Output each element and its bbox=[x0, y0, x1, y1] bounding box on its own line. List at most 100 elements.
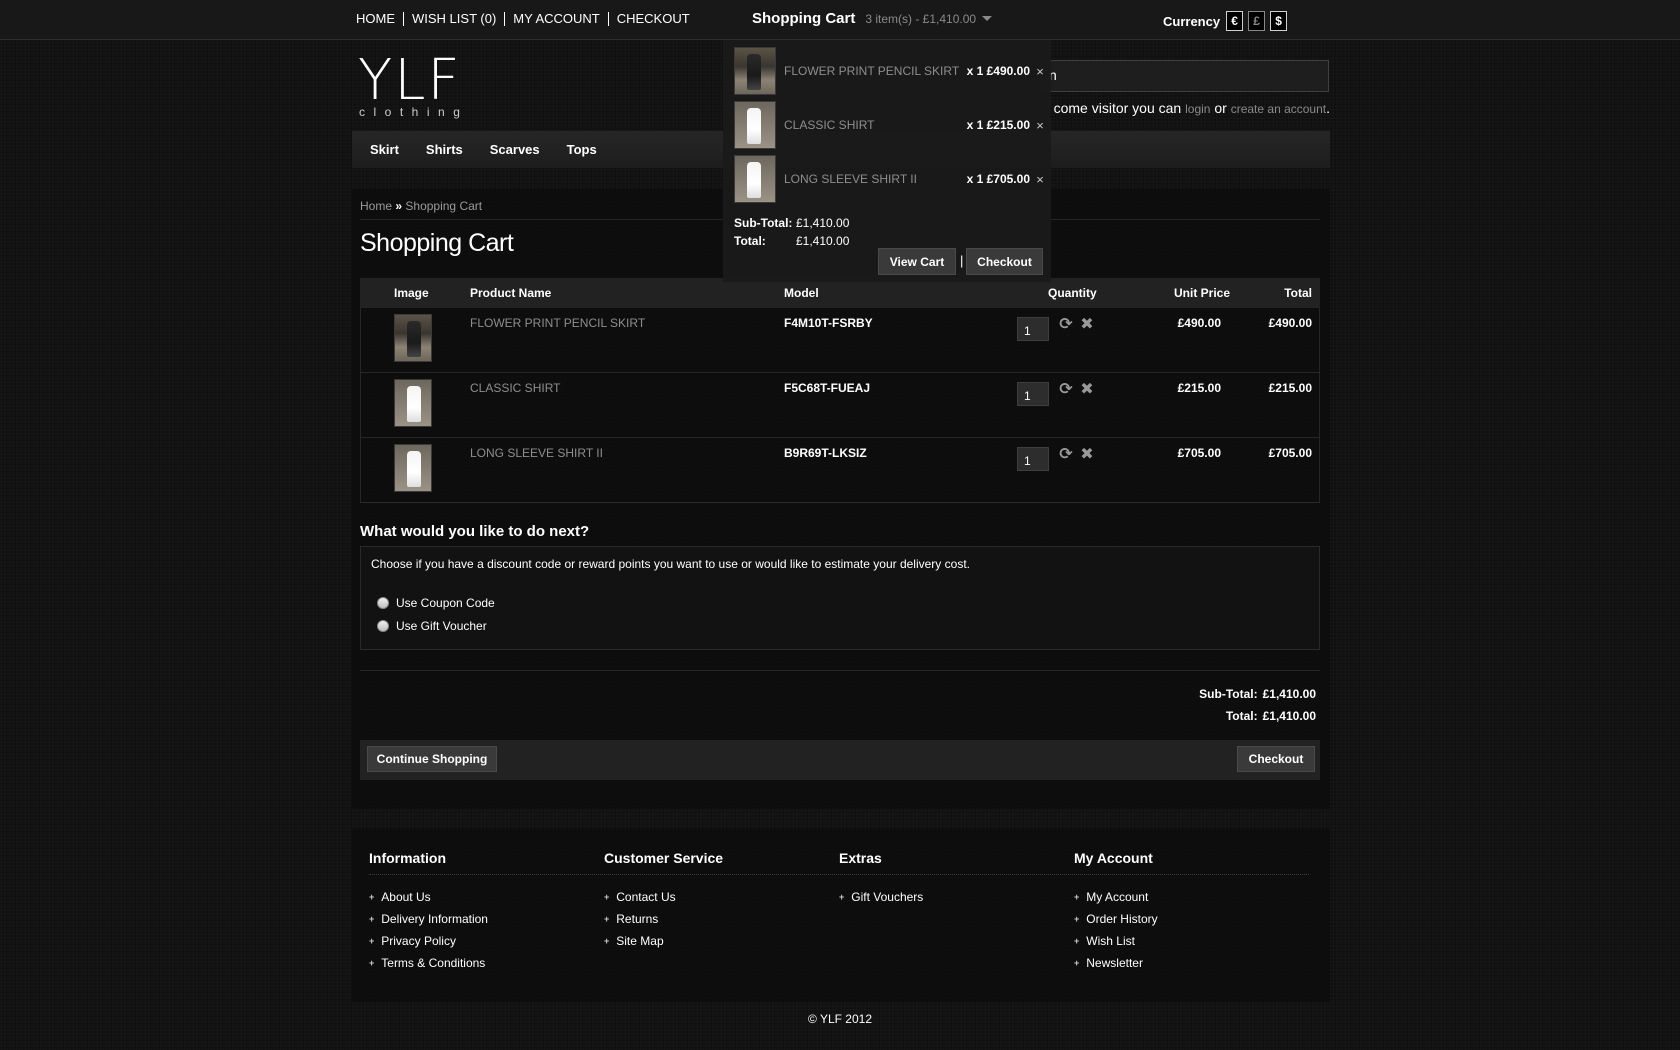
menu-item-tops[interactable]: Tops bbox=[567, 142, 597, 157]
remove-icon[interactable]: ✖ bbox=[1079, 382, 1095, 398]
cart-table: Image Product Name Model Quantity Unit P… bbox=[360, 278, 1320, 503]
refresh-icon[interactable]: ⟳ bbox=[1058, 317, 1074, 333]
mini-cart-thumbnail[interactable] bbox=[734, 155, 776, 203]
mini-cart-item-name[interactable]: FLOWER PRINT PENCIL SKIRT bbox=[784, 64, 964, 78]
search-input[interactable]: n bbox=[1040, 60, 1329, 92]
mini-total-label: Total: bbox=[734, 234, 766, 248]
cart-dropdown-toggle[interactable]: Shopping Cart 3 item(s) - £1,410.00 bbox=[752, 10, 993, 27]
nav-home-link[interactable]: HOME bbox=[356, 11, 395, 26]
nav-checkout-link[interactable]: CHECKOUT bbox=[617, 11, 690, 26]
col-quantity: Quantity bbox=[1048, 286, 1097, 300]
mini-cart-item-price: x 1 £215.00 bbox=[966, 118, 1030, 132]
voucher-radio[interactable] bbox=[377, 620, 389, 632]
footer-extras: Extras Gift Vouchers bbox=[839, 850, 1049, 908]
footer-link-returns[interactable]: Returns bbox=[604, 908, 814, 930]
subtotal-label: Sub-Total: bbox=[1199, 687, 1258, 701]
footer-link-newsletter[interactable]: Newsletter bbox=[1074, 952, 1284, 974]
remove-icon[interactable]: ✖ bbox=[1079, 317, 1095, 333]
breadcrumb-home[interactable]: Home bbox=[360, 199, 392, 213]
footer-link-sitemap[interactable]: Site Map bbox=[604, 930, 814, 952]
remove-icon[interactable]: × bbox=[1034, 172, 1046, 187]
footer-link-privacy[interactable]: Privacy Policy bbox=[369, 930, 579, 952]
copyright: © YLF 2012 bbox=[808, 1012, 872, 1026]
col-total: Total bbox=[1284, 286, 1312, 300]
remove-icon[interactable]: × bbox=[1034, 118, 1046, 133]
product-thumbnail[interactable] bbox=[394, 444, 432, 492]
table-row: CLASSIC SHIRT F5C68T-FUEAJ 1 ⟳ ✖ £215.00… bbox=[360, 373, 1320, 438]
quantity-input[interactable]: 1 bbox=[1017, 382, 1049, 406]
breadcrumb-current[interactable]: Shopping Cart bbox=[405, 199, 482, 213]
product-thumbnail[interactable] bbox=[394, 314, 432, 362]
button-bar bbox=[360, 740, 1320, 780]
nav-account-link[interactable]: MY ACCOUNT bbox=[513, 11, 599, 26]
nav-separator bbox=[504, 11, 506, 26]
col-image: Image bbox=[394, 286, 429, 300]
create-account-link[interactable]: create an account bbox=[1231, 102, 1326, 116]
mini-cart-item-name[interactable]: LONG SLEEVE SHIRT II bbox=[784, 172, 964, 186]
currency-dollar-button[interactable]: $ bbox=[1270, 11, 1288, 31]
product-model: F5C68T-FUEAJ bbox=[784, 381, 871, 395]
product-name-link[interactable]: CLASSIC SHIRT bbox=[470, 381, 560, 395]
welcome-text: come visitor you can bbox=[1053, 100, 1182, 116]
footer-heading: Customer Service bbox=[604, 850, 724, 866]
footer-link-order-history[interactable]: Order History bbox=[1074, 908, 1284, 930]
currency-euro-button[interactable]: € bbox=[1226, 11, 1244, 31]
breadcrumb-separator: » bbox=[395, 199, 403, 213]
mini-cart-item-name[interactable]: CLASSIC SHIRT bbox=[784, 118, 964, 132]
mini-cart-item: FLOWER PRINT PENCIL SKIRT x 1 £490.00 × bbox=[734, 46, 1046, 96]
voucher-option[interactable]: Use Gift Voucher bbox=[377, 619, 487, 633]
mini-cart-thumbnail[interactable] bbox=[734, 101, 776, 149]
footer-link-delivery[interactable]: Delivery Information bbox=[369, 908, 579, 930]
unit-price: £705.00 bbox=[1177, 446, 1221, 460]
product-figure bbox=[747, 54, 761, 90]
coupon-radio[interactable] bbox=[377, 597, 389, 609]
table-row: LONG SLEEVE SHIRT II B9R69T-LKSIZ 1 ⟳ ✖ … bbox=[360, 438, 1320, 503]
next-steps-title: What would you like to do next? bbox=[360, 523, 590, 540]
mini-cart-item: LONG SLEEVE SHIRT II x 1 £705.00 × bbox=[734, 154, 1046, 204]
product-model: F4M10T-FSRBY bbox=[784, 316, 873, 330]
footer-link-wish-list[interactable]: Wish List bbox=[1074, 930, 1284, 952]
coupon-label[interactable]: Use Coupon Code bbox=[396, 596, 495, 610]
product-name-link[interactable]: LONG SLEEVE SHIRT II bbox=[470, 446, 603, 460]
login-link[interactable]: login bbox=[1185, 102, 1210, 116]
mini-checkout-button[interactable]: Checkout bbox=[966, 248, 1043, 275]
quantity-input[interactable]: 1 bbox=[1017, 447, 1049, 471]
breadcrumb: Home » Shopping Cart bbox=[360, 199, 482, 213]
quantity-input[interactable]: 1 bbox=[1017, 317, 1049, 341]
view-cart-button[interactable]: View Cart bbox=[878, 248, 956, 275]
remove-icon[interactable]: ✖ bbox=[1079, 447, 1095, 463]
col-name: Product Name bbox=[470, 286, 552, 300]
menu-item-scarves[interactable]: Scarves bbox=[490, 142, 540, 157]
footer-account: My Account My Account Order History Wish… bbox=[1074, 850, 1284, 974]
continue-shopping-button[interactable]: Continue Shopping bbox=[367, 746, 497, 772]
product-thumbnail[interactable] bbox=[394, 379, 432, 427]
logo[interactable]: YLF clothing bbox=[358, 53, 493, 125]
mini-subtotal-label: Sub-Total: bbox=[734, 216, 793, 230]
menu-item-shirts[interactable]: Shirts bbox=[426, 142, 463, 157]
footer-link-vouchers[interactable]: Gift Vouchers bbox=[839, 886, 1049, 908]
footer-link-contact[interactable]: Contact Us bbox=[604, 886, 814, 908]
footer-link-about[interactable]: About Us bbox=[369, 886, 579, 908]
voucher-label[interactable]: Use Gift Voucher bbox=[396, 619, 487, 633]
coupon-option[interactable]: Use Coupon Code bbox=[377, 596, 495, 610]
currency-pound-button[interactable]: £ bbox=[1248, 11, 1266, 31]
footer-link-my-account[interactable]: My Account bbox=[1074, 886, 1284, 908]
refresh-icon[interactable]: ⟳ bbox=[1058, 447, 1074, 463]
total-value: £1,410.00 bbox=[1262, 709, 1316, 723]
welcome-end: . bbox=[1326, 100, 1330, 116]
row-total: £490.00 bbox=[1268, 316, 1312, 330]
footer-link-terms[interactable]: Terms & Conditions bbox=[369, 952, 579, 974]
currency-label: Currency bbox=[1163, 13, 1221, 29]
cart-totals: Sub-Total: £1,410.00 Total: £1,410.00 bbox=[1050, 683, 1316, 727]
remove-icon[interactable]: × bbox=[1034, 64, 1046, 79]
mini-cart-item-price: x 1 £705.00 bbox=[966, 172, 1030, 186]
checkout-button[interactable]: Checkout bbox=[1237, 746, 1315, 772]
product-name-link[interactable]: FLOWER PRINT PENCIL SKIRT bbox=[470, 316, 645, 330]
menu-item-skirt[interactable]: Skirt bbox=[370, 142, 399, 157]
unit-price: £215.00 bbox=[1177, 381, 1221, 395]
subtotal-value: £1,410.00 bbox=[1262, 687, 1316, 701]
mini-cart-thumbnail[interactable] bbox=[734, 47, 776, 95]
nav-wishlist-link[interactable]: WISH LIST (0) bbox=[412, 11, 496, 26]
top-nav: HOME WISH LIST (0) MY ACCOUNT CHECKOUT bbox=[356, 11, 690, 26]
refresh-icon[interactable]: ⟳ bbox=[1058, 382, 1074, 398]
